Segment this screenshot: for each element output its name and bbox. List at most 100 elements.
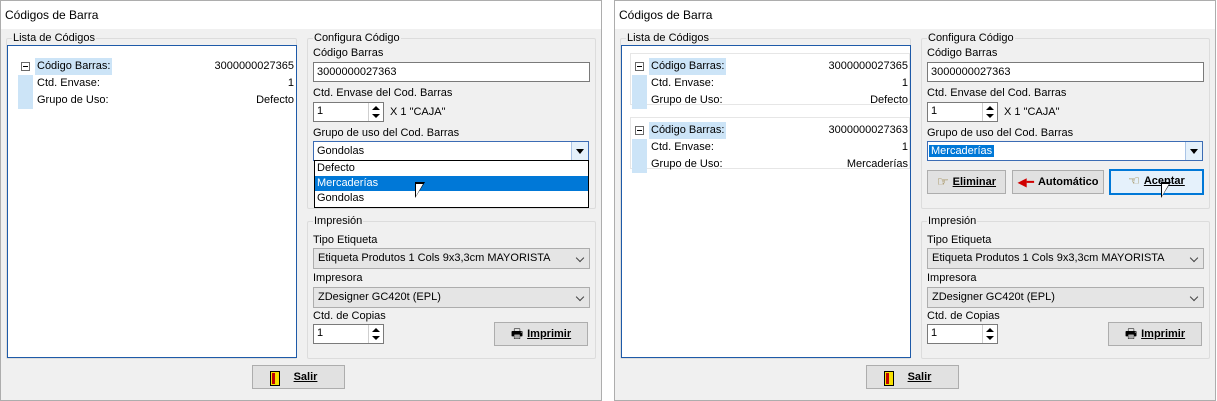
exit-button[interactable]: Salir: [252, 365, 345, 389]
barcode-window-right: Códigos de Barra Lista de Códigos Código…: [614, 0, 1216, 401]
print-group-title: Impresión: [313, 215, 364, 228]
auto-button[interactable]: ◀━ Automático: [1012, 170, 1104, 194]
code-tree-node[interactable]: Código Barras: 3000000027365 Ctd. Envase…: [632, 58, 908, 109]
stepper-arrows-icon[interactable]: [368, 325, 383, 343]
accept-button[interactable]: ☜ Aceptar: [1109, 169, 1204, 195]
red-arrow-icon: ◀━: [1017, 175, 1034, 190]
printer-label: Impresora: [313, 272, 363, 284]
group-combo-value: Gondolas: [317, 145, 365, 157]
code-label: Código Barras: [313, 47, 384, 59]
qty-label: Ctd. Envase del Cod. Barras: [313, 87, 453, 99]
label-type-label: Tipo Etiqueta: [927, 234, 992, 246]
node-group-label: Grupo de Uso:: [651, 94, 723, 106]
printer-icon: 🖶: [1124, 326, 1138, 342]
copies-stepper[interactable]: 1: [313, 324, 384, 344]
chevron-down-icon: [1189, 292, 1199, 302]
code-list-group-title: Lista de Códigos: [626, 32, 710, 45]
stepper-arrows-icon[interactable]: [982, 103, 997, 121]
node-qty-label: Ctd. Envase:: [37, 77, 100, 89]
code-list-group-title: Lista de Códigos: [12, 32, 96, 45]
node-qty-value: 1: [901, 141, 908, 153]
code-label: Código Barras: [927, 47, 998, 59]
delete-button[interactable]: ☞ Eliminar: [927, 170, 1006, 194]
collapse-icon[interactable]: [635, 126, 644, 135]
pointing-hand-icon: ☞: [936, 174, 949, 190]
node-code-value: 3000000027365: [828, 60, 908, 72]
qty-unit: X 1 "CAJA": [390, 106, 446, 118]
label-type-select[interactable]: Etiqueta Produtos 1 Cols 9x3,3cm MAYORIS…: [927, 248, 1204, 269]
group-combo-value: Mercaderías: [929, 145, 995, 157]
printer-icon: 🖶: [510, 326, 524, 342]
group-dropdown-list[interactable]: Defecto Mercaderías Gondolas: [314, 160, 589, 208]
qty-unit: X 1 "CAJA": [1004, 106, 1060, 118]
qty-stepper[interactable]: 1: [313, 102, 384, 122]
dropdown-option[interactable]: Defecto: [315, 161, 588, 176]
printer-value: ZDesigner GC420t (EPL): [932, 291, 1055, 303]
node-qty-label: Ctd. Envase:: [651, 77, 714, 89]
collapse-icon[interactable]: [635, 62, 644, 71]
node-qty-label: Ctd. Envase:: [651, 141, 714, 153]
copies-value: 1: [317, 327, 324, 339]
dropdown-option-highlighted[interactable]: Mercaderías: [315, 176, 588, 191]
printer-value: ZDesigner GC420t (EPL): [318, 291, 441, 303]
node-qty-value: 1: [287, 77, 294, 89]
qty-value: 1: [931, 105, 938, 117]
node-group-value: Defecto: [256, 94, 294, 106]
node-code-label: Código Barras:: [649, 122, 727, 139]
printer-select[interactable]: ZDesigner GC420t (EPL): [313, 287, 590, 308]
chevron-down-icon: [1189, 253, 1199, 263]
stepper-arrows-icon[interactable]: [368, 103, 383, 121]
node-group-label: Grupo de Uso:: [37, 94, 109, 106]
exit-button[interactable]: Salir: [866, 365, 959, 389]
print-button[interactable]: 🖶 Imprimir: [494, 322, 588, 346]
node-qty-value: 1: [901, 77, 908, 89]
label-type-value: Etiqueta Produtos 1 Cols 9x3,3cm MAYORIS…: [932, 252, 1165, 264]
print-group-title: Impresión: [927, 215, 978, 228]
chevron-down-icon: [575, 292, 585, 302]
node-code-value: 3000000027363: [828, 124, 908, 136]
pointing-hand-icon: ☜: [1128, 173, 1140, 189]
label-type-label: Tipo Etiqueta: [313, 234, 378, 246]
qty-stepper[interactable]: 1: [927, 102, 998, 122]
printer-select[interactable]: ZDesigner GC420t (EPL): [927, 287, 1204, 308]
barcode-window-left: Códigos de Barra Lista de Códigos Código…: [0, 0, 602, 401]
node-code-value: 3000000027365: [214, 60, 294, 72]
chevron-down-icon[interactable]: [1185, 142, 1202, 160]
node-group-value: Mercaderías: [846, 158, 908, 170]
dropdown-option[interactable]: Gondolas: [315, 191, 588, 206]
chevron-down-icon: [575, 253, 585, 263]
window-title: Códigos de Barra: [1, 1, 601, 29]
node-group-label: Grupo de Uso:: [651, 158, 723, 170]
qty-label: Ctd. Envase del Cod. Barras: [927, 87, 1067, 99]
copies-stepper[interactable]: 1: [927, 324, 998, 344]
window-title: Códigos de Barra: [615, 1, 1215, 29]
printer-label: Impresora: [927, 272, 977, 284]
collapse-icon[interactable]: [21, 62, 30, 71]
door-icon: [884, 371, 894, 386]
code-list[interactable]: Código Barras: 3000000027365 Ctd. Envase…: [7, 45, 297, 358]
print-button[interactable]: 🖶 Imprimir: [1108, 322, 1202, 346]
code-input[interactable]: 3000000027363: [313, 62, 590, 82]
door-icon: [270, 371, 280, 386]
copies-label: Ctd. de Copias: [313, 310, 386, 322]
group-combo[interactable]: Mercaderías: [927, 141, 1203, 161]
config-group-title: Configura Código: [927, 32, 1015, 45]
chevron-down-icon[interactable]: [571, 142, 588, 160]
code-tree-node[interactable]: Código Barras: 3000000027365 Ctd. Envase…: [18, 58, 294, 109]
copies-value: 1: [931, 327, 938, 339]
copies-label: Ctd. de Copias: [927, 310, 1000, 322]
label-type-value: Etiqueta Produtos 1 Cols 9x3,3cm MAYORIS…: [318, 252, 551, 264]
code-input[interactable]: 3000000027363: [927, 62, 1204, 82]
node-code-label: Código Barras:: [35, 58, 113, 75]
stepper-arrows-icon[interactable]: [982, 325, 997, 343]
config-group-title: Configura Código: [313, 32, 401, 45]
group-label: Grupo de uso del Cod. Barras: [927, 127, 1074, 139]
qty-value: 1: [317, 105, 324, 117]
node-group-value: Defecto: [870, 94, 908, 106]
label-type-select[interactable]: Etiqueta Produtos 1 Cols 9x3,3cm MAYORIS…: [313, 248, 590, 269]
code-list[interactable]: Código Barras: 3000000027365 Ctd. Envase…: [621, 45, 911, 358]
code-tree-node[interactable]: Código Barras: 3000000027363 Ctd. Envase…: [632, 122, 908, 173]
node-code-label: Código Barras:: [649, 58, 727, 75]
group-label: Grupo de uso del Cod. Barras: [313, 127, 460, 139]
group-combo[interactable]: Gondolas: [313, 141, 589, 161]
